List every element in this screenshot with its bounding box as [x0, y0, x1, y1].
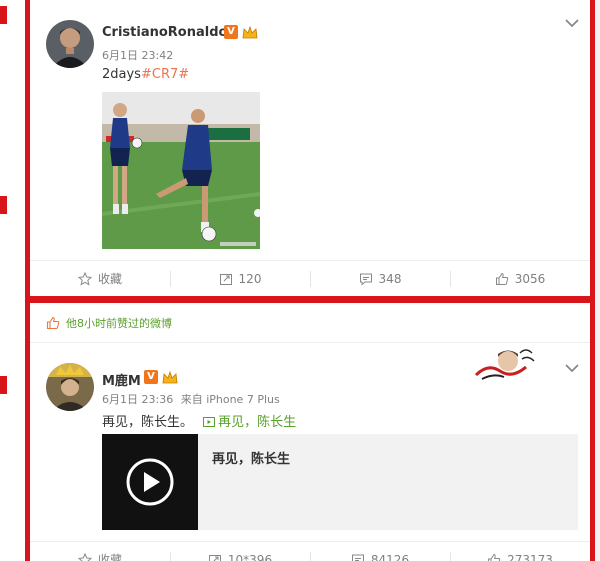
- post-image[interactable]: [102, 92, 260, 249]
- like-count: 273173: [507, 552, 553, 561]
- crown-icon: [242, 26, 258, 39]
- repost-button[interactable]: 10*396: [170, 542, 310, 561]
- frame-tick: [0, 6, 7, 24]
- post-source: 来自 iPhone 7 Plus: [180, 393, 280, 406]
- username[interactable]: CristianoRonaldo: [102, 25, 227, 40]
- post-text-plain: 2days: [102, 67, 141, 82]
- favorite-button[interactable]: 收藏: [30, 542, 170, 561]
- repost-count: 120: [238, 271, 262, 286]
- video-thumbnail[interactable]: [102, 434, 198, 530]
- comment-count: 84126: [370, 552, 410, 561]
- left-margin: [0, 0, 26, 561]
- like-button[interactable]: 3056: [450, 261, 590, 296]
- video-link-text: 再见，陈长生: [218, 415, 297, 430]
- star-icon: [77, 552, 92, 561]
- comment-button[interactable]: 84126: [310, 542, 450, 561]
- video-title[interactable]: 再见，陈长生: [212, 448, 290, 467]
- post-meta: 6月1日 23:36 来自 iPhone 7 Plus: [102, 391, 280, 407]
- comment-count: 348: [378, 271, 402, 286]
- thumbs-up-icon: [495, 272, 508, 285]
- decorative-sticker: [474, 345, 536, 383]
- favorite-label: 收藏: [97, 553, 122, 561]
- repost-count: 10*396: [227, 552, 273, 561]
- post-timestamp[interactable]: 6月1日 23:36: [102, 393, 173, 406]
- avatar[interactable]: [46, 363, 94, 411]
- thumbs-up-icon: [46, 316, 60, 329]
- video-link-icon: [203, 417, 216, 427]
- weibo-post-card: 他8小时前赞过的微博 M鹿M V 6月1日 23:36 来自 iPhone 7 …: [30, 303, 590, 561]
- like-count: 3056: [514, 271, 546, 286]
- liked-notice: 他8小时前赞过的微博: [30, 303, 590, 343]
- star-icon: [77, 271, 92, 286]
- verified-badge: V: [224, 25, 238, 39]
- weibo-post-card: CristianoRonaldo V 6月1日 23:42 2days#CR7#: [30, 0, 590, 296]
- right-margin: [595, 0, 600, 561]
- like-button[interactable]: 273173: [450, 542, 590, 561]
- video-link[interactable]: 再见，陈长生: [203, 415, 296, 430]
- chevron-down-icon[interactable]: [564, 18, 580, 28]
- post-timestamp[interactable]: 6月1日 23:42: [102, 47, 173, 63]
- repost-button[interactable]: 120: [170, 261, 310, 296]
- crown-icon: [162, 371, 178, 384]
- play-icon[interactable]: [102, 434, 198, 530]
- post-actions-bar: 收藏 120 348 3056: [30, 260, 590, 296]
- hashtag-link[interactable]: #CR7#: [141, 67, 189, 82]
- frame-tick: [0, 196, 7, 214]
- post-text: 2days#CR7#: [102, 67, 189, 82]
- video-card[interactable]: 再见，陈长生: [102, 434, 578, 530]
- favorite-label: 收藏: [97, 272, 122, 286]
- post-actions-bar: 收藏 10*396 84126 273173: [30, 541, 590, 561]
- frame-tick: [0, 376, 7, 394]
- verified-badge: V: [144, 370, 158, 384]
- comment-button[interactable]: 348: [310, 261, 450, 296]
- post-text-plain: 再见，陈长生。: [102, 415, 194, 430]
- comment-icon: [351, 554, 364, 561]
- favorite-button[interactable]: 收藏: [30, 261, 170, 296]
- username[interactable]: M鹿M: [102, 370, 141, 389]
- thumbs-up-icon: [488, 553, 501, 561]
- post-text: 再见，陈长生。 再见，陈长生: [102, 411, 296, 430]
- avatar[interactable]: [46, 20, 94, 68]
- chevron-down-icon[interactable]: [564, 363, 580, 373]
- repost-icon: [208, 554, 221, 561]
- comment-icon: [359, 273, 372, 286]
- frame-divider: [25, 296, 595, 303]
- liked-notice-text[interactable]: 他8小时前赞过的微博: [66, 315, 172, 331]
- repost-icon: [219, 273, 232, 285]
